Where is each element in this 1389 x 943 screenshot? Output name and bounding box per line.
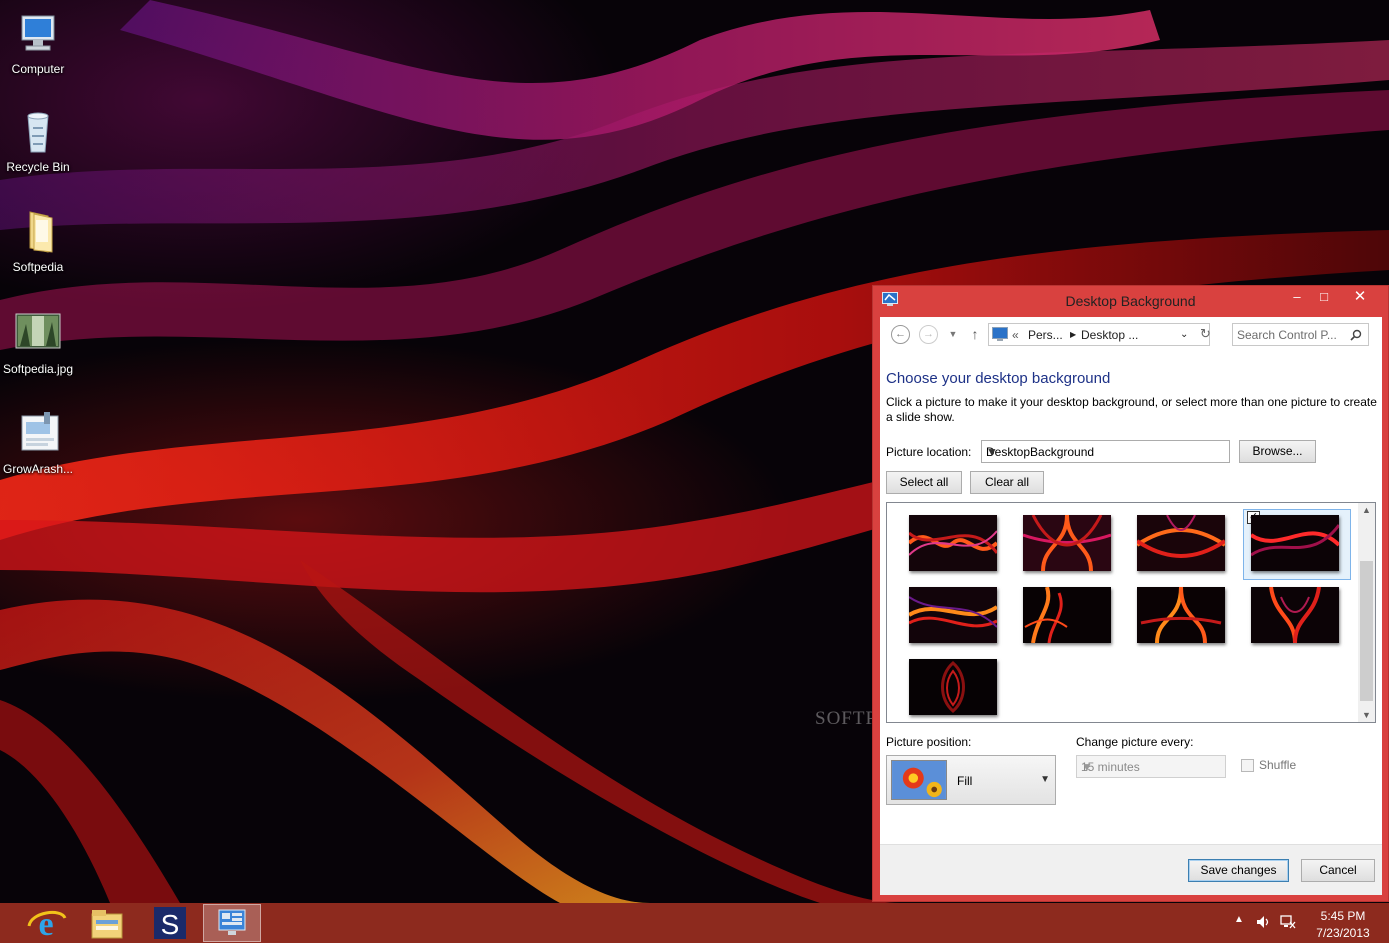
change-picture-label: Change picture every: [1076,735,1194,749]
picture-location-label: Picture location: [886,445,972,459]
taskbar-softpedia-app[interactable]: S [141,904,199,942]
scroll-up-icon[interactable]: ▲ [1358,505,1375,515]
address-dropdown-icon[interactable]: ⌄ [1180,329,1188,340]
image-file-icon [15,313,61,349]
breadcrumb-separator-icon: ▶ [1070,330,1077,339]
navigation-bar: ← → ▼ ↑ « Pers... ▶ Desktop ... ⌄ ↻ [880,317,1382,353]
shuffle-label: Shuffle [1259,758,1297,772]
desktop-icon-label: Recycle Bin [6,160,70,174]
wallpaper-thumbnail-2[interactable] [1023,515,1111,571]
desktop-icon-label: GrowArash... [2,462,74,476]
wallpaper-thumbnail-5[interactable] [909,587,997,643]
search-box[interactable] [1232,323,1369,346]
browse-button[interactable]: Browse... [1239,440,1316,463]
desktop-icon-label: Softpedia.jpg [2,362,74,376]
desktop-icon-growarash[interactable]: GrowArash... [0,410,76,476]
save-changes-button[interactable]: Save changes [1188,859,1289,882]
file-explorer-icon [91,910,123,939]
taskbar-control-panel[interactable] [203,904,261,942]
desktop-icon-softpedia-jpg[interactable]: Softpedia.jpg [0,310,76,376]
wallpaper-thumbnail-1[interactable] [909,515,997,571]
control-panel-icon [218,909,246,935]
folder-icon [29,211,53,253]
chevron-down-icon: ▼ [986,445,998,459]
picture-position-value: Fill [957,774,973,788]
show-hidden-icons-icon[interactable]: ▲ [1234,914,1244,925]
dialog-footer: Save changes Cancel [880,844,1382,895]
chevron-down-icon: ▼ [1081,760,1093,774]
maximize-button[interactable]: □ [1311,288,1337,308]
desktop-icon-label: Softpedia [12,260,64,274]
wallpaper-thumbnail-3[interactable] [1137,515,1225,571]
softpedia-app-letter: S [161,909,180,940]
wallpaper-thumbnail-8[interactable] [1251,587,1339,643]
desktop-icon-computer[interactable]: Computer [0,10,76,76]
scroll-down-icon[interactable]: ▼ [1358,710,1375,720]
wallpaper-thumbnail-4[interactable] [1251,515,1339,571]
search-input[interactable] [1237,327,1347,343]
up-button[interactable]: ↑ [964,325,986,345]
application-icon [21,412,59,451]
title-bar[interactable]: Desktop Background – □ ✕ [873,286,1388,316]
computer-icon [21,15,55,51]
desktop-icon-label: Computer [11,62,65,76]
flower-preview-icon [891,760,947,800]
clock-date[interactable]: 7/23/2013 [1303,926,1383,940]
taskbar-file-explorer[interactable] [78,904,136,942]
search-icon [1350,329,1362,341]
shuffle-checkbox[interactable] [1241,759,1254,772]
control-panel-icon [992,327,1008,341]
wallpaper-thumbnail-6[interactable] [1023,587,1111,643]
page-description: Click a picture to make it your desktop … [886,395,1377,424]
breadcrumb-overflow[interactable]: « [1012,328,1019,342]
recent-locations-chevron-icon[interactable]: ▼ [942,325,964,345]
window-client-area: ← → ▼ ↑ « Pers... ▶ Desktop ... ⌄ ↻ Sear… [880,317,1382,895]
desktop-background-window: Desktop Background – □ ✕ ← → ▼ ↑ « Pers.… [872,285,1389,902]
picture-position-label: Picture position: [886,735,972,749]
picture-location-dropdown[interactable]: DesktopBackground ▼ [981,440,1230,463]
chevron-down-icon: ▼ [1040,774,1050,785]
close-button[interactable]: ✕ [1345,288,1375,308]
scrollbar-thumb[interactable] [1360,561,1373,701]
refresh-icon[interactable]: ↻ [1200,326,1211,342]
forward-button[interactable]: → [919,325,938,344]
back-button[interactable]: ← [891,325,910,344]
softpedia-app-icon: S [154,907,186,940]
select-all-button[interactable]: Select all [886,471,962,494]
picture-position-dropdown[interactable]: Fill ▼ [886,755,1056,805]
breadcrumb-item-desktop[interactable]: Desktop ... [1081,328,1138,342]
network-icon[interactable] [1280,914,1296,930]
clock-time[interactable]: 5:45 PM [1303,909,1383,923]
taskbar-internet-explorer[interactable]: e [17,904,75,943]
wallpaper-thumbnail-7[interactable] [1137,587,1225,643]
gallery-scrollbar[interactable]: ▲ ▼ [1358,503,1375,722]
cancel-button[interactable]: Cancel [1301,859,1375,882]
volume-icon[interactable] [1255,914,1271,930]
recycle-bin-icon [27,112,49,153]
page-heading: Choose your desktop background [886,370,1111,387]
minimize-button[interactable]: – [1284,288,1310,308]
desktop-icon-softpedia-folder[interactable]: Softpedia [0,208,76,274]
address-bar[interactable]: « Pers... ▶ Desktop ... ⌄ ↻ [988,323,1211,346]
change-picture-interval-dropdown[interactable]: 15 minutes ▼ [1076,755,1226,778]
wallpaper-gallery: ✓ [886,502,1376,723]
taskbar: e S ▲ 5:45 PM 7/23/2013 [0,903,1389,943]
breadcrumb-item-personalization[interactable]: Pers... [1028,328,1063,342]
internet-explorer-icon: e [27,906,67,943]
desktop-icon-recycle-bin[interactable]: Recycle Bin [0,108,76,174]
wallpaper-thumbnail-9[interactable] [909,659,997,715]
clear-all-button[interactable]: Clear all [970,471,1044,494]
